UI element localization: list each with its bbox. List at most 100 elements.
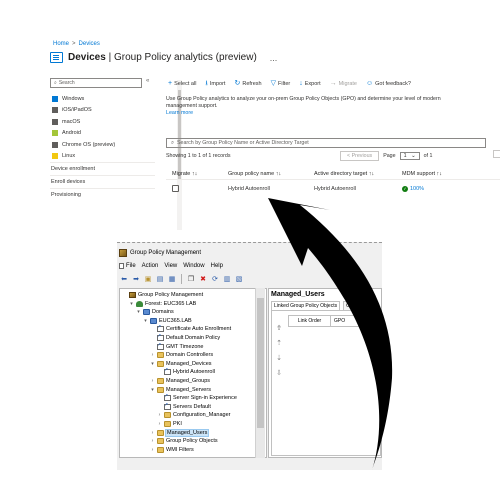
policy-search-input[interactable]: ⌕ Search by Group Policy Name or Active … [166, 138, 486, 148]
nav-item-iosipados[interactable]: iOS/iPadOS [50, 105, 155, 117]
move-bottom-icon[interactable]: ⇩ [275, 370, 283, 378]
nav-item-android[interactable]: Android [50, 128, 155, 140]
tree-node[interactable]: › Group Policy Objects [150, 437, 218, 445]
toolbar-migrate-button[interactable]: → Migrate [329, 80, 357, 87]
pager: < Previous Page 1 ⌄ of 1 [340, 151, 432, 161]
chevron-down-icon[interactable]: ▾ [150, 387, 155, 393]
tree-node-label: Group Policy Management [138, 292, 204, 298]
back-icon[interactable]: ⬅ [119, 274, 129, 284]
chevron-down-icon[interactable]: ▾ [150, 361, 155, 367]
menu-file[interactable]: File [119, 263, 136, 269]
export-list-icon[interactable]: ▦ [167, 274, 177, 284]
tree-node[interactable]: ▾ Domains [136, 308, 174, 316]
column-header-mdm-support[interactable]: MDM support ↑↓ [402, 171, 500, 177]
toolbar-got-feedback-button[interactable]: ☺ Got feedback? [366, 80, 411, 87]
tree-node[interactable]: Server Sign-in Experience [157, 393, 237, 402]
breadcrumb-devices[interactable]: Devices [79, 41, 100, 47]
help-icon[interactable]: ▧ [234, 274, 244, 284]
toolbar-icon: → [329, 80, 337, 87]
nav-item-chrome[interactable]: Chrome OS (preview) [50, 139, 155, 151]
forward-icon[interactable]: ➡ [131, 274, 141, 284]
search-icon: ⌕ [171, 139, 174, 146]
tree-node[interactable]: › WMI Filters [150, 446, 194, 454]
previous-page-button[interactable]: < Previous [340, 151, 380, 161]
column-header-link-order[interactable]: Link Order [289, 316, 331, 326]
tree-node[interactable]: ▾ EUC365.LAB [143, 317, 192, 325]
chevron-right-icon[interactable]: › [150, 438, 155, 444]
toolbar-export-button[interactable]: ↓ Export [299, 80, 320, 87]
toolbar-refresh-button[interactable]: ↻ Refresh [234, 80, 261, 87]
tree-node[interactable]: › PKI [157, 420, 182, 428]
move-top-icon[interactable]: ⇮ [275, 325, 283, 333]
column-header-ad-target[interactable]: Active directory target ↑↓ [314, 171, 402, 177]
learn-more-link[interactable]: Learn more [166, 110, 193, 116]
more-options-button[interactable]: ... [270, 53, 278, 63]
move-down-icon[interactable]: ⇣ [275, 355, 283, 363]
menu-view[interactable]: View [164, 263, 177, 269]
nav-item-linux[interactable]: Linux [50, 151, 155, 163]
tree-node[interactable]: Servers Default [157, 402, 211, 411]
gpmc-toolbar: ⬅ ➡ ▣ ▤ ▦ ❐ ✖ ⟳ ▥ ▧ [119, 274, 244, 284]
toolbar-filter-button[interactable]: ▽ Filter [271, 80, 291, 87]
nav-section-1[interactable]: Enroll devices [50, 175, 155, 188]
linux-icon [52, 153, 58, 160]
chevron-right-icon[interactable]: › [157, 412, 162, 418]
tab-group-policy-inheritance[interactable]: Group Po [343, 301, 371, 310]
move-up-icon[interactable]: ⇡ [275, 340, 283, 348]
chevron-down-icon[interactable]: ▾ [136, 309, 141, 315]
up-folder-icon[interactable]: ▣ [143, 274, 153, 284]
tab-linked-gpos[interactable]: Linked Group Policy Objects [271, 301, 341, 310]
migrate-checkbox[interactable] [172, 184, 179, 192]
nav-item-windows[interactable]: Windows [50, 93, 155, 105]
chevron-down-icon[interactable]: ▾ [143, 318, 148, 324]
tree-node-label: Forest: EUC365 LAB [145, 300, 197, 307]
column-header-gpo[interactable]: GPO [331, 316, 345, 326]
folder-icon [157, 429, 164, 436]
mdm-support-link[interactable]: 100% [410, 186, 424, 192]
breadcrumb-home[interactable]: Home [53, 41, 69, 47]
copy-icon[interactable]: ❐ [186, 274, 196, 284]
page-select[interactable]: 1 ⌄ [399, 152, 420, 160]
tree-node[interactable]: Group Policy Management [122, 291, 203, 299]
toolbar-select-all-button[interactable]: + Select all [168, 80, 196, 87]
chevron-right-icon[interactable]: › [150, 352, 155, 358]
toolbar-import-button[interactable]: ⭳ Import [205, 80, 225, 87]
link-icon [164, 393, 171, 402]
window-titlebar[interactable]: Group Policy Management [119, 247, 201, 259]
chevron-right-icon[interactable]: › [150, 447, 155, 453]
menu-help[interactable]: Help [211, 263, 223, 269]
chevron-right-icon[interactable]: › [157, 421, 162, 427]
tree-node[interactable]: › Configuration_Manager [157, 411, 230, 419]
tree-node[interactable]: ▾ Managed_Servers [150, 386, 211, 394]
column-header-policy-name[interactable]: Group policy name ↑↓ [228, 171, 314, 177]
refresh-icon[interactable]: ⟳ [210, 274, 220, 284]
tree-node[interactable]: ▾ Forest: EUC365 LAB [129, 300, 196, 308]
collapse-nav-button[interactable]: « [146, 78, 149, 84]
chevron-down-icon[interactable]: ▾ [129, 301, 134, 307]
chevron-right-icon[interactable]: › [150, 378, 155, 384]
table-row[interactable]: Hybrid Autoenroll Hybrid Autoenroll ✓ 100… [166, 182, 500, 196]
tree-node[interactable]: Certificate Auto Enrollment [150, 324, 231, 333]
menu-action[interactable]: Action [142, 263, 159, 269]
tree-node[interactable]: › Domain Controllers [150, 351, 213, 359]
delete-icon[interactable]: ✖ [198, 274, 208, 284]
nav-search-input[interactable]: ⌕ Search [50, 78, 142, 88]
tree-node-label: Managed_Servers [166, 386, 211, 393]
tree-scrollbar[interactable] [255, 288, 265, 458]
tree-node[interactable]: ▾ Managed_Devices [150, 360, 212, 368]
tree-node[interactable]: Hybrid Autoenroll [157, 367, 215, 376]
chevron-right-icon[interactable]: › [150, 430, 155, 436]
tree-node[interactable]: › Managed_Groups [150, 377, 210, 385]
tree-node[interactable]: GMT Timezone [150, 342, 204, 351]
nav-item-label: iOS/iPadOS [62, 107, 92, 114]
tree-node[interactable]: › Managed_Users [150, 428, 210, 437]
tree-scrollbar-thumb[interactable] [257, 298, 264, 428]
tree-node-label: Managed_Users [164, 428, 210, 437]
menu-window[interactable]: Window [183, 263, 204, 269]
show-hide-tree-icon[interactable]: ▤ [155, 274, 165, 284]
horizontal-scroll-handle[interactable] [493, 150, 500, 158]
column-header-migrate[interactable]: Migrate ↑↓ [166, 171, 228, 177]
gpmc-window: Group Policy Management File Action View… [117, 242, 382, 470]
properties-icon[interactable]: ▥ [222, 274, 232, 284]
nav-item-macos[interactable]: macOS [50, 116, 155, 128]
